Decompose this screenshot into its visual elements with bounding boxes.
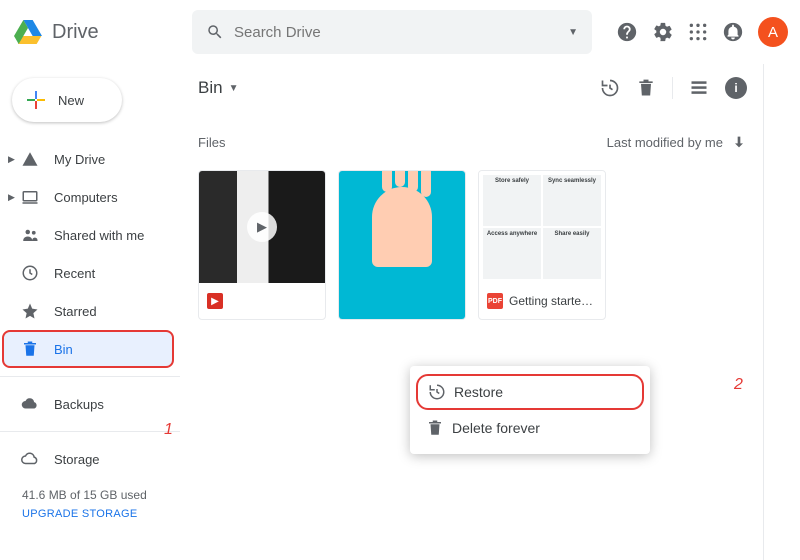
storage-info: 41.6 MB of 15 GB used UPGRADE STORAGE [0,478,180,520]
clock-icon [18,264,42,282]
play-icon: ▶ [247,212,277,242]
help-icon[interactable] [616,21,638,43]
cloud-solid-icon [18,395,42,413]
account-avatar[interactable]: A [758,17,788,47]
video-file-icon: ▶ [207,293,223,309]
divider [0,376,180,377]
search-options-caret[interactable]: ▼ [568,27,578,38]
menu-item-restore[interactable]: Restore 2 [416,374,644,410]
computer-icon [18,188,42,206]
breadcrumb-row: Bin ▼ i [198,64,747,112]
section-row: Files Last modified by me [198,122,747,162]
video-thumbnail: ▶ [199,171,325,283]
search-input[interactable] [234,24,568,41]
sidebar-item-label: My Drive [54,152,105,167]
sidebar-item-bin[interactable]: Bin [2,330,174,368]
sidebar-item-label: Computers [54,190,118,205]
chevron-down-icon: ▼ [229,83,239,94]
file-grid: ▶ ▶ [198,170,747,320]
new-button[interactable]: New [12,78,122,122]
new-button-label: New [58,93,84,108]
search-icon [206,23,224,41]
brand-name: Drive [52,21,99,44]
file-card-pdf[interactable]: Store safely Sync seamlessly Access anyw… [478,170,606,320]
brand[interactable]: Drive [12,16,192,48]
sidebar-item-label: Storage [54,452,100,467]
sidebar-item-label: Starred [54,304,97,319]
file-card-image[interactable] [338,170,466,320]
drive-logo-icon [12,16,44,48]
info-icon[interactable]: i [725,77,747,99]
apps-grid-icon[interactable] [688,22,708,42]
pdf-file-icon: PDF [487,293,503,309]
notifications-icon[interactable] [722,21,744,43]
restore-all-icon[interactable] [600,78,620,98]
divider [0,431,180,432]
sidebar-item-starred[interactable]: Starred [0,292,180,330]
menu-item-label: Restore [454,384,503,400]
star-icon [18,302,42,320]
restore-icon [428,383,454,401]
sidebar-item-label: Shared with me [54,228,144,243]
arrow-down-icon [731,134,747,150]
divider [672,77,673,99]
sidebar: New ▶ My Drive ▶ Computers Shared with m… [0,64,180,560]
top-actions: A [616,17,788,47]
menu-item-label: Delete forever [452,420,540,436]
people-icon [18,226,42,244]
trash-icon [426,419,452,437]
file-card-video[interactable]: ▶ ▶ [198,170,326,320]
search-bar[interactable]: ▼ [192,10,592,54]
plus-icon [24,88,48,112]
sidebar-item-computers[interactable]: ▶ Computers [0,178,180,216]
pdf-thumbnail: Store safely Sync seamlessly Access anyw… [479,171,605,283]
breadcrumb-label: Bin [198,78,223,98]
sort-label: Last modified by me [607,135,723,150]
cloud-outline-icon [18,450,42,468]
storage-used-text: 41.6 MB of 15 GB used [22,488,180,502]
top-bar: Drive ▼ A [0,0,800,64]
empty-trash-icon[interactable] [636,78,656,98]
sidebar-item-storage[interactable]: Storage [0,440,180,478]
content-area: Bin ▼ i Files Last modified by me [180,64,764,560]
sidebar-item-label: Bin [54,342,73,357]
expand-caret-icon[interactable]: ▶ [8,154,18,165]
sort-control[interactable]: Last modified by me [607,134,747,150]
annotation-1: 1 [164,421,173,439]
trash-icon [18,340,42,358]
sidebar-item-my-drive[interactable]: ▶ My Drive [0,140,180,178]
sidebar-item-label: Recent [54,266,95,281]
breadcrumb[interactable]: Bin ▼ [198,78,238,98]
settings-gear-icon[interactable] [652,21,674,43]
info-panel-gutter [764,64,800,560]
section-label: Files [198,135,225,150]
image-thumbnail [339,171,465,283]
sidebar-item-recent[interactable]: Recent [0,254,180,292]
upgrade-storage-link[interactable]: UPGRADE STORAGE [22,508,180,520]
drive-triangle-icon [18,150,42,168]
list-view-icon[interactable] [689,78,709,98]
expand-caret-icon[interactable]: ▶ [8,192,18,203]
sidebar-item-backups[interactable]: Backups [0,385,180,423]
sidebar-item-label: Backups [54,397,104,412]
sidebar-item-shared[interactable]: Shared with me [0,216,180,254]
context-menu: Restore 2 Delete forever [410,366,650,454]
menu-item-delete-forever[interactable]: Delete forever [410,410,650,446]
file-name: Getting starte… [509,294,597,308]
